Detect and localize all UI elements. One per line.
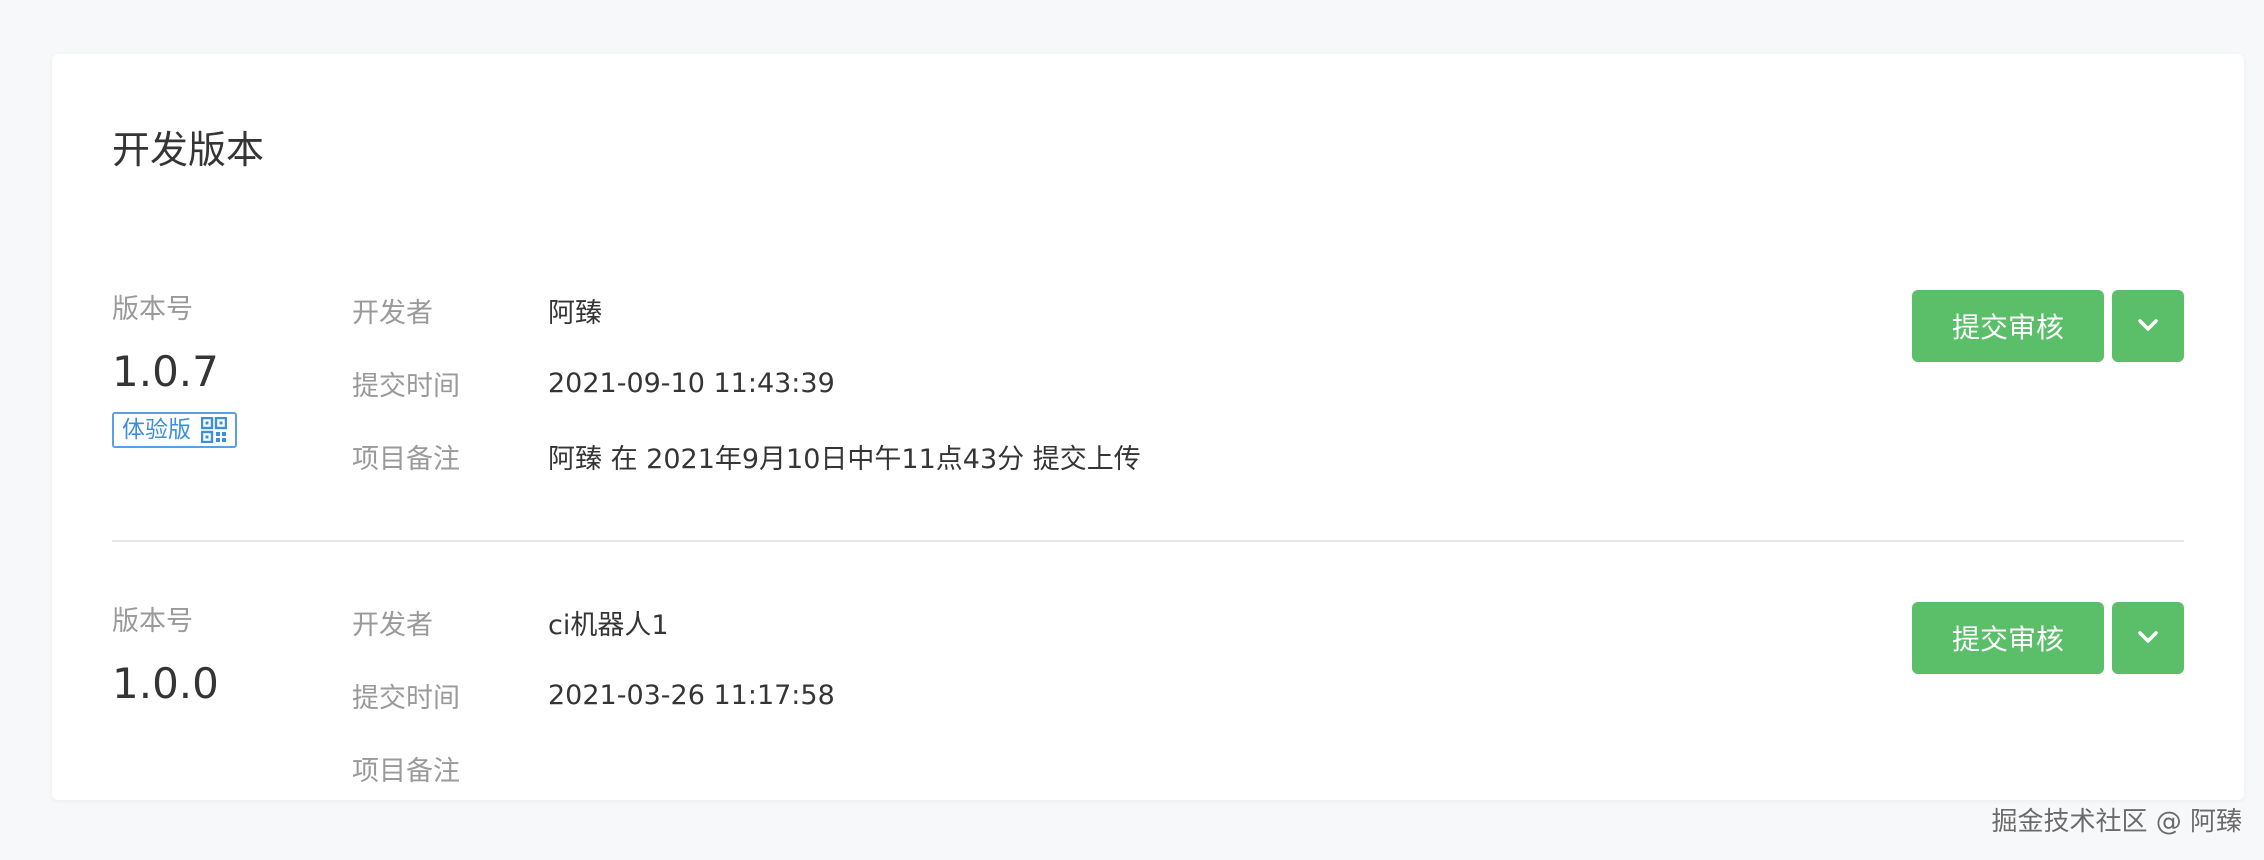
submit-time-value: 2021-03-26 11:17:58 — [548, 679, 835, 711]
remark-value: 阿臻 在 2021年9月10日中午11点43分 提交上传 — [548, 443, 1141, 475]
experience-tag-label: 体验版 — [122, 417, 191, 443]
submit-time-row: 提交时间 2021-03-26 11:17:58 — [352, 675, 835, 715]
version-actions: 提交审核 — [1912, 290, 2184, 362]
version-number: 1.0.7 — [112, 347, 219, 396]
submit-review-button[interactable]: 提交审核 — [1912, 602, 2104, 674]
submit-time-row: 提交时间 2021-09-10 11:43:39 — [352, 363, 835, 403]
submit-time-value: 2021-09-10 11:43:39 — [548, 367, 835, 399]
remark-label: 项目备注 — [352, 755, 460, 787]
chevron-down-icon — [2136, 629, 2160, 648]
developer-value: ci机器人1 — [548, 609, 669, 641]
qrcode-icon[interactable] — [200, 416, 228, 444]
experience-version-tag[interactable]: 体验版 — [112, 412, 237, 448]
developer-label: 开发者 — [352, 297, 433, 329]
version-actions: 提交审核 — [1912, 602, 2184, 674]
version-item: 版本号 1.0.0 开发者 ci机器人1 提交时间 2021-03-26 11:… — [112, 542, 2184, 800]
version-item: 版本号 1.0.7 体验版 开发者 阿臻 提交时间 2021-09-10 11:… — [112, 230, 2184, 542]
version-number: 1.0.0 — [112, 659, 219, 708]
version-label: 版本号 — [112, 606, 193, 637]
dev-version-card: 开发版本 版本号 1.0.7 体验版 开发者 阿臻 提交时间 2021-09-1… — [52, 54, 2244, 800]
developer-label: 开发者 — [352, 609, 433, 641]
remark-row: 项目备注 阿臻 在 2021年9月10日中午11点43分 提交上传 — [352, 436, 1141, 476]
chevron-down-icon — [2136, 317, 2160, 336]
developer-row: 开发者 阿臻 — [352, 290, 602, 330]
remark-row: 项目备注 — [352, 748, 548, 788]
developer-value: 阿臻 — [548, 297, 602, 329]
submit-time-label: 提交时间 — [352, 370, 460, 402]
more-options-button[interactable] — [2112, 290, 2184, 362]
more-options-button[interactable] — [2112, 602, 2184, 674]
submit-time-label: 提交时间 — [352, 682, 460, 714]
developer-row: 开发者 ci机器人1 — [352, 602, 669, 642]
watermark: 掘金技术社区 @ 阿臻 — [1991, 807, 2242, 837]
card-title: 开发版本 — [112, 128, 265, 172]
version-label: 版本号 — [112, 294, 193, 325]
submit-review-button[interactable]: 提交审核 — [1912, 290, 2104, 362]
remark-label: 项目备注 — [352, 443, 460, 475]
